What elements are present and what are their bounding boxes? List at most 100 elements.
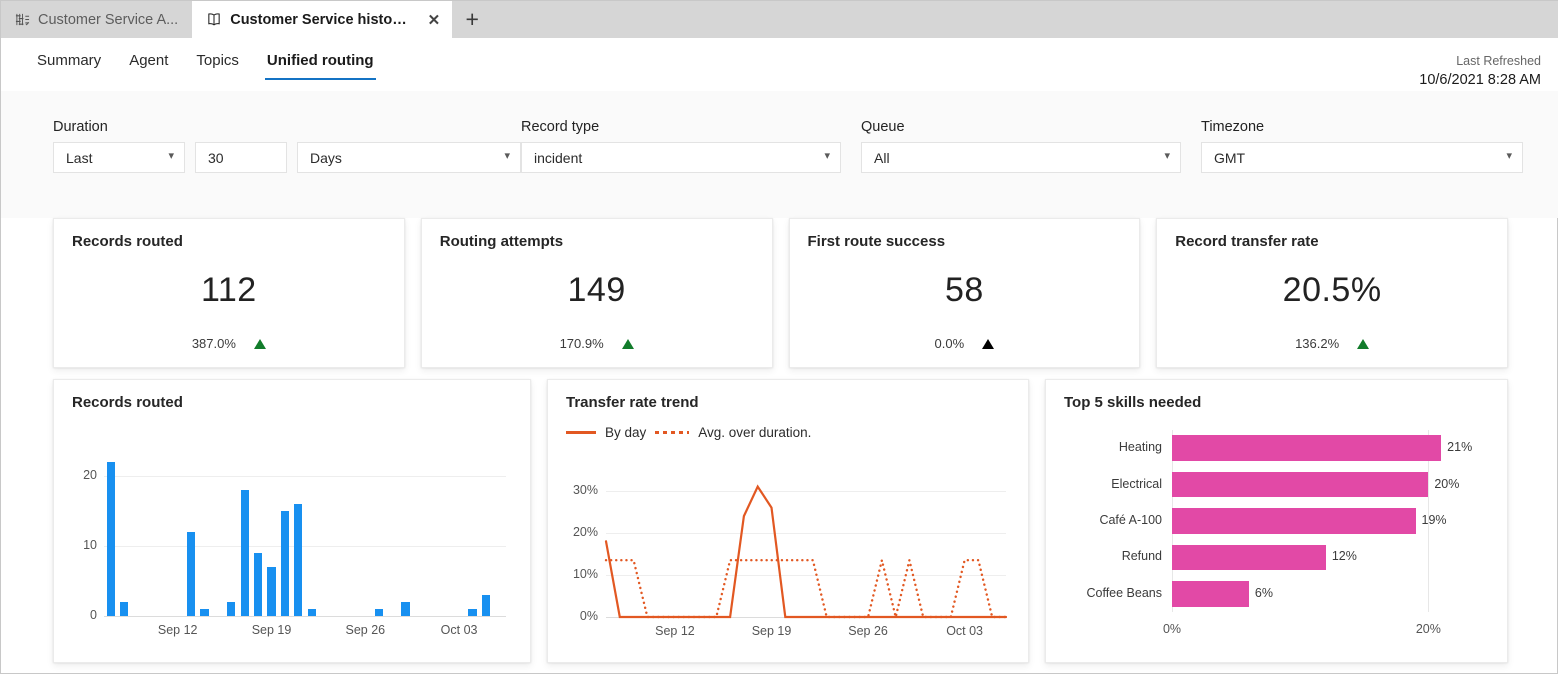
kpi-delta-value: 0.0% [935,336,965,351]
duration-filter-group: Duration Last ▾ 30 Days ▾ [53,119,521,173]
duration-unit-select[interactable]: Days ▾ [297,142,521,173]
kpi-delta-value: 387.0% [192,336,236,351]
browser-tab-strip: Customer Service A... Customer Service h… [1,1,1558,38]
chart-title: Transfer rate trend [566,394,1010,411]
last-refreshed-value: 10/6/2021 8:28 AM [1419,70,1541,91]
bar[interactable] [200,609,208,616]
chart-legend: By day Avg. over duration. [566,425,1010,440]
close-icon[interactable]: ✕ [424,9,445,31]
kpi-delta: 136.2% [1157,336,1507,351]
bar[interactable] [1172,581,1249,606]
timezone-select[interactable]: GMT ▾ [1201,142,1523,173]
kpi-title: Records routed [72,233,386,250]
chevron-down-icon: ▾ [1164,151,1170,162]
queue-select[interactable]: All ▾ [861,142,1181,173]
transfer-rate-trend-chart: 0%10%20%30%Sep 12Sep 19Sep 26Oct 03 [566,468,1012,643]
trend-up-icon [622,339,634,349]
chart-title: Records routed [72,394,512,411]
bar[interactable] [1172,472,1428,497]
new-tab-button[interactable]: + [452,1,492,38]
kpi-card-record-transfer-rate[interactable]: Record transfer rate 20.5% 136.2% [1156,218,1508,368]
duration-unit-value: Days [310,150,342,166]
chart-card-records-routed[interactable]: Records routed 01020Sep 12Sep 19Sep 26Oc… [53,379,531,663]
bar[interactable] [1172,508,1416,533]
tab-agent[interactable]: Agent [115,48,182,80]
bar-data-label: 12% [1332,549,1357,563]
series-line-avg [606,560,1006,617]
y-axis-tick-label: 10 [72,538,97,552]
timezone-filter-group: Timezone GMT ▾ [1201,119,1523,173]
bar[interactable] [281,511,289,616]
x-axis-tick-label: Sep 12 [150,623,206,637]
bar[interactable] [107,462,115,616]
bar[interactable] [254,553,262,616]
book-icon [206,12,222,27]
bar-data-label: 21% [1447,440,1472,454]
category-label: Heating [1060,440,1162,454]
app-window: Customer Service A... Customer Service h… [0,0,1558,674]
chart-card-transfer-rate-trend[interactable]: Transfer rate trend By day Avg. over dur… [547,379,1029,663]
record-type-label: Record type [521,119,841,135]
series-line-by-day [606,487,1006,617]
x-axis-tick-label: 0% [1144,622,1200,636]
last-refreshed-label: Last Refreshed [1419,52,1541,70]
browser-tab-label: Customer Service A... [38,12,178,28]
kpi-delta-value: 136.2% [1295,336,1339,351]
chevron-down-icon: ▾ [504,151,510,162]
chart-card-top-5-skills[interactable]: Top 5 skills needed 0%20%Heating21%Elect… [1045,379,1508,663]
bar[interactable] [267,567,275,616]
kpi-delta: 170.9% [422,336,772,351]
chart-title: Top 5 skills needed [1064,394,1489,411]
chevron-down-icon: ▾ [824,151,830,162]
x-axis-tick-label: Sep 19 [244,623,300,637]
bar[interactable] [227,602,235,616]
bar[interactable] [120,602,128,616]
browser-tab-label: Customer Service historic... [230,12,409,28]
kpi-delta: 387.0% [54,336,404,351]
legend-label-by-day: By day [605,425,646,440]
record-type-filter-group: Record type incident ▾ [521,119,841,173]
records-routed-bar-chart: 01020Sep 12Sep 19Sep 26Oct 03 [72,442,512,642]
browser-tab-customer-service-a[interactable]: Customer Service A... [1,1,192,38]
tab-topics[interactable]: Topics [182,48,253,80]
duration-mode-select[interactable]: Last ▾ [53,142,185,173]
bar[interactable] [241,490,249,616]
filter-bar: Duration Last ▾ 30 Days ▾ Record type in… [1,91,1558,218]
timezone-label: Timezone [1201,119,1523,135]
tab-summary[interactable]: Summary [23,48,115,80]
kpi-value: 58 [790,271,1140,310]
dashboard-icon [15,12,30,27]
trend-neutral-icon [982,339,994,349]
bar[interactable] [1172,435,1441,460]
duration-amount-input[interactable]: 30 [195,142,287,173]
kpi-title: Record transfer rate [1175,233,1489,250]
bar[interactable] [1172,545,1326,570]
bar[interactable] [375,609,383,616]
duration-label: Duration [53,119,521,135]
kpi-title: Routing attempts [440,233,754,250]
bar[interactable] [294,504,302,616]
timezone-value: GMT [1214,150,1245,166]
kpi-card-first-route-success[interactable]: First route success 58 0.0% [789,218,1141,368]
legend-swatch-dotted [655,431,689,434]
gridline [104,546,506,547]
bar[interactable] [308,609,316,616]
bar[interactable] [401,602,409,616]
bar[interactable] [482,595,490,616]
queue-filter-group: Queue All ▾ [861,119,1181,173]
category-label: Electrical [1060,477,1162,491]
tab-unified-routing[interactable]: Unified routing [253,48,388,80]
kpi-delta: 0.0% [790,336,1140,351]
bar[interactable] [187,532,195,616]
kpi-card-records-routed[interactable]: Records routed 112 387.0% [53,218,405,368]
kpi-card-routing-attempts[interactable]: Routing attempts 149 170.9% [421,218,773,368]
x-axis-tick-label: Oct 03 [937,624,993,638]
line-series-canvas [566,468,1012,643]
x-axis-tick-label: Sep 26 [337,623,393,637]
kpi-value: 112 [54,271,404,310]
bar[interactable] [468,609,476,616]
record-type-select[interactable]: incident ▾ [521,142,841,173]
bar-data-label: 6% [1255,586,1273,600]
queue-label: Queue [861,119,1181,135]
browser-tab-customer-service-historical[interactable]: Customer Service historic... ✕ [192,1,452,38]
